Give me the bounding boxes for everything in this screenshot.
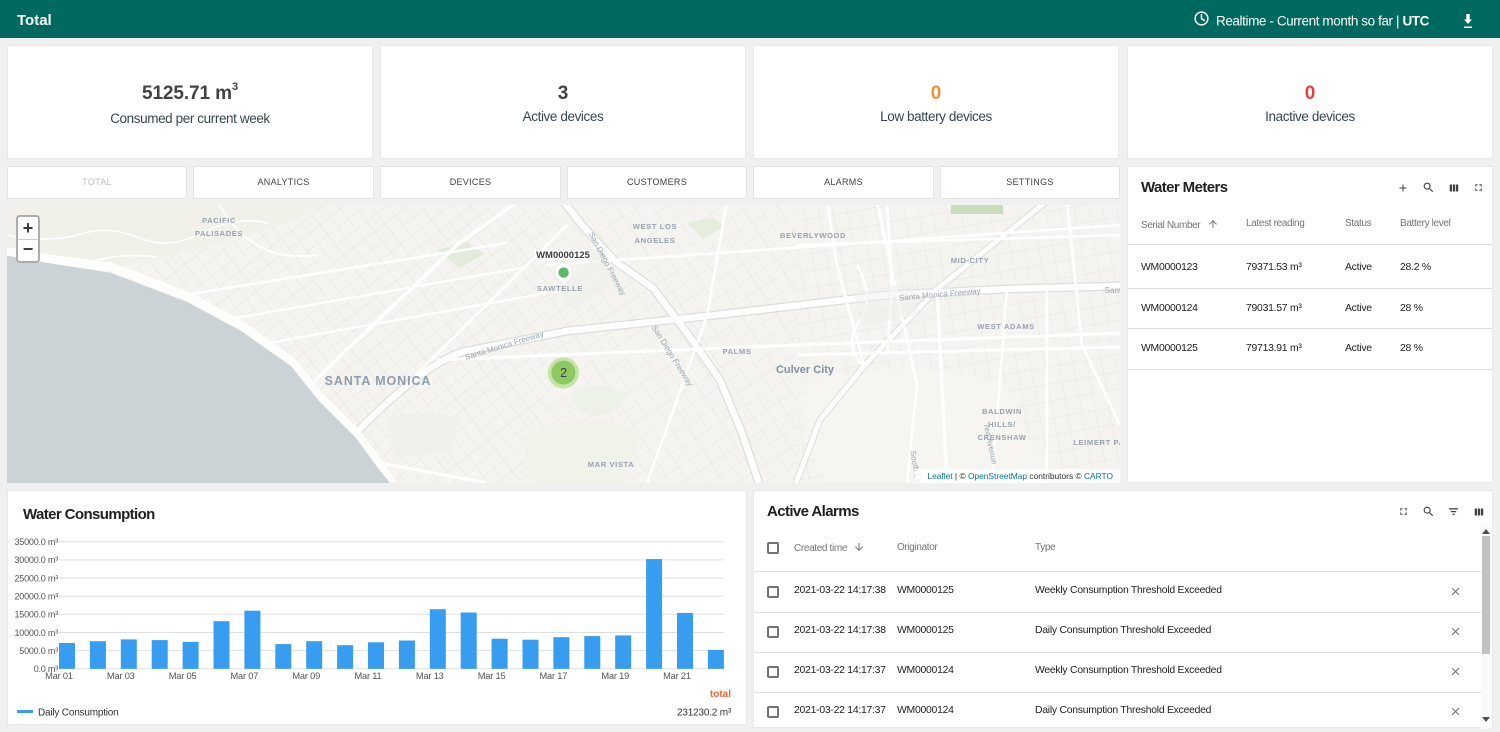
svg-text:Mar 15: Mar 15	[478, 671, 506, 681]
svg-text:BEVERLYWOOD: BEVERLYWOOD	[780, 231, 846, 240]
svg-text:Mar 19: Mar 19	[601, 671, 629, 681]
svg-text:WEST ADAMS: WEST ADAMS	[977, 322, 1035, 331]
svg-text:Mar 07: Mar 07	[231, 671, 259, 681]
svg-text:15000.0 m³: 15000.0 m³	[14, 610, 58, 620]
svg-text:Daily Consumption: Daily Consumption	[38, 708, 119, 719]
svg-text:Mar 09: Mar 09	[292, 671, 320, 681]
svg-text:35000.0 m³: 35000.0 m³	[14, 537, 58, 547]
svg-text:SAWTELLE: SAWTELLE	[537, 284, 583, 293]
svg-text:PALMS: PALMS	[722, 347, 751, 356]
svg-text:ANGELES: ANGELES	[635, 236, 676, 245]
svg-text:total: total	[710, 689, 731, 700]
svg-text:30000.0 m³: 30000.0 m³	[14, 555, 58, 565]
svg-text:Sant: Sant	[1105, 286, 1120, 295]
svg-text:MID-CITY: MID-CITY	[951, 256, 990, 265]
svg-text:MAR VISTA: MAR VISTA	[588, 460, 635, 469]
svg-text:20000.0 m³: 20000.0 m³	[14, 592, 58, 602]
svg-text:PALISADES: PALISADES	[195, 229, 243, 238]
svg-text:WEST LOS: WEST LOS	[633, 222, 677, 231]
svg-text:10000.0 m³: 10000.0 m³	[14, 628, 58, 638]
svg-text:PACIFIC: PACIFIC	[202, 216, 236, 225]
svg-text:25000.0 m³: 25000.0 m³	[14, 573, 58, 583]
svg-text:BALDWIN: BALDWIN	[982, 407, 1022, 416]
svg-text:SANTA MONICA: SANTA MONICA	[325, 374, 432, 388]
svg-text:Leaflet | © OpenStreetMap cont: Leaflet | © OpenStreetMap contributors ©…	[927, 471, 1113, 481]
svg-text:2: 2	[560, 366, 567, 380]
svg-text:231230.2 m³: 231230.2 m³	[677, 708, 732, 719]
svg-text:Mar 01: Mar 01	[45, 671, 73, 681]
svg-text:Mar 21: Mar 21	[663, 671, 691, 681]
svg-text:Mar 11: Mar 11	[354, 671, 381, 681]
svg-text:Mar 03: Mar 03	[107, 671, 135, 681]
svg-text:Culver City: Culver City	[776, 364, 835, 376]
svg-text:Mar 13: Mar 13	[416, 671, 444, 681]
svg-text:Mar 05: Mar 05	[169, 671, 197, 681]
svg-text:5000.0 m³: 5000.0 m³	[19, 646, 58, 656]
svg-text:Mar 17: Mar 17	[540, 671, 568, 681]
svg-text:LEIMERT PA: LEIMERT PA	[1073, 438, 1120, 447]
svg-text:WM0000125: WM0000125	[536, 250, 591, 261]
